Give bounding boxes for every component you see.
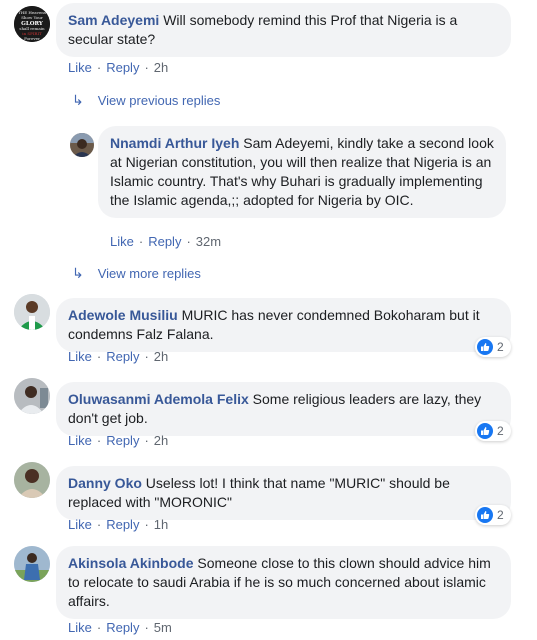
reaction-count[interactable]: 2 <box>475 337 511 357</box>
comment-timestamp[interactable]: 2h <box>154 60 168 75</box>
comment-actions: Like · Reply · 2h <box>68 349 168 365</box>
comment-actions: Like · Reply · 1h <box>68 517 168 533</box>
like-thumb-icon <box>477 507 493 523</box>
separator: · <box>96 517 102 532</box>
reply-arrow-icon: ↳ <box>72 92 84 108</box>
reply-arrow-icon: ↳ <box>72 265 84 281</box>
separator: · <box>96 620 102 635</box>
reaction-count[interactable]: 2 <box>475 421 511 441</box>
reply-button[interactable]: Reply <box>106 620 139 635</box>
avatar-image: THE Heavens Show Your GLORY shall remain… <box>14 6 50 42</box>
avatar[interactable] <box>70 133 94 157</box>
comment-bubble: Nnamdi Arthur Iyeh Sam Adeyemi, kindly t… <box>98 126 506 218</box>
comment-timestamp[interactable]: 5m <box>154 620 172 635</box>
like-button[interactable]: Like <box>68 433 92 448</box>
avatar[interactable] <box>14 378 50 414</box>
avatar-image <box>14 546 50 582</box>
comment-author[interactable]: Danny Oko <box>68 475 142 491</box>
avatar-image <box>14 378 50 414</box>
reply-button[interactable]: Reply <box>106 517 139 532</box>
view-previous-replies-label: View previous replies <box>97 93 221 108</box>
view-more-replies-link[interactable]: ↳ View more replies <box>72 265 201 282</box>
comment-author[interactable]: Akinsola Akinbode <box>68 555 194 571</box>
avatar-logo-text: Show Your <box>21 15 43 20</box>
separator: · <box>96 349 102 364</box>
like-button[interactable]: Like <box>110 234 134 249</box>
avatar[interactable] <box>14 462 50 498</box>
comment-bubble: Akinsola Akinbode Someone close to this … <box>56 546 511 619</box>
comment-bubble: Danny Oko Useless lot! I think that name… <box>56 466 511 520</box>
like-thumb-icon <box>477 339 493 355</box>
reply-button[interactable]: Reply <box>106 349 139 364</box>
like-button[interactable]: Like <box>68 620 92 635</box>
comment-actions: Like · Reply · 2h <box>68 60 168 76</box>
reaction-count-value: 2 <box>497 340 504 354</box>
separator: · <box>96 60 102 75</box>
comment-actions: Like · Reply · 32m <box>110 234 221 250</box>
comment-author[interactable]: Sam Adeyemi <box>68 12 159 28</box>
comment-bubble: Sam Adeyemi Will somebody remind this Pr… <box>56 3 511 57</box>
separator: · <box>186 234 191 249</box>
like-thumb-icon <box>477 423 493 439</box>
reaction-count[interactable]: 2 <box>475 505 511 525</box>
reply-button[interactable]: Reply <box>148 234 181 249</box>
comment-actions: Like · Reply · 5m <box>68 620 172 636</box>
separator: · <box>96 433 102 448</box>
separator: · <box>144 60 149 75</box>
separator: · <box>138 234 144 249</box>
comment-author[interactable]: Nnamdi Arthur Iyeh <box>110 135 239 151</box>
like-button[interactable]: Like <box>68 517 92 532</box>
comment-author[interactable]: Oluwasanmi Ademola Felix <box>68 391 249 407</box>
separator: · <box>144 349 149 364</box>
view-more-replies-label: View more replies <box>97 266 201 281</box>
avatar-image <box>14 294 50 330</box>
separator: · <box>144 517 149 532</box>
comment-actions: Like · Reply · 2h <box>68 433 168 449</box>
view-previous-replies-link[interactable]: ↳ View previous replies <box>72 92 220 109</box>
avatar-image <box>70 133 94 157</box>
comment-bubble: Oluwasanmi Ademola Felix Some religious … <box>56 382 511 436</box>
reply-button[interactable]: Reply <box>106 433 139 448</box>
comment-timestamp[interactable]: 1h <box>154 517 168 532</box>
separator: · <box>144 433 149 448</box>
comment-timestamp[interactable]: 32m <box>196 234 221 249</box>
reaction-count-value: 2 <box>497 424 504 438</box>
comment-bubble: Adewole Musiliu MURIC has never condemne… <box>56 298 511 352</box>
reply-button[interactable]: Reply <box>106 60 139 75</box>
like-button[interactable]: Like <box>68 60 92 75</box>
avatar[interactable] <box>14 294 50 330</box>
avatar[interactable]: THE Heavens Show Your GLORY shall remain… <box>14 6 50 42</box>
reaction-count-value: 2 <box>497 508 504 522</box>
avatar-image <box>14 462 50 498</box>
comment-timestamp[interactable]: 2h <box>154 433 168 448</box>
comment-author[interactable]: Adewole Musiliu <box>68 307 178 323</box>
like-button[interactable]: Like <box>68 349 92 364</box>
avatar-logo-text: Forever <box>24 36 40 41</box>
avatar[interactable] <box>14 546 50 582</box>
comment-timestamp[interactable]: 2h <box>154 349 168 364</box>
separator: · <box>144 620 149 635</box>
